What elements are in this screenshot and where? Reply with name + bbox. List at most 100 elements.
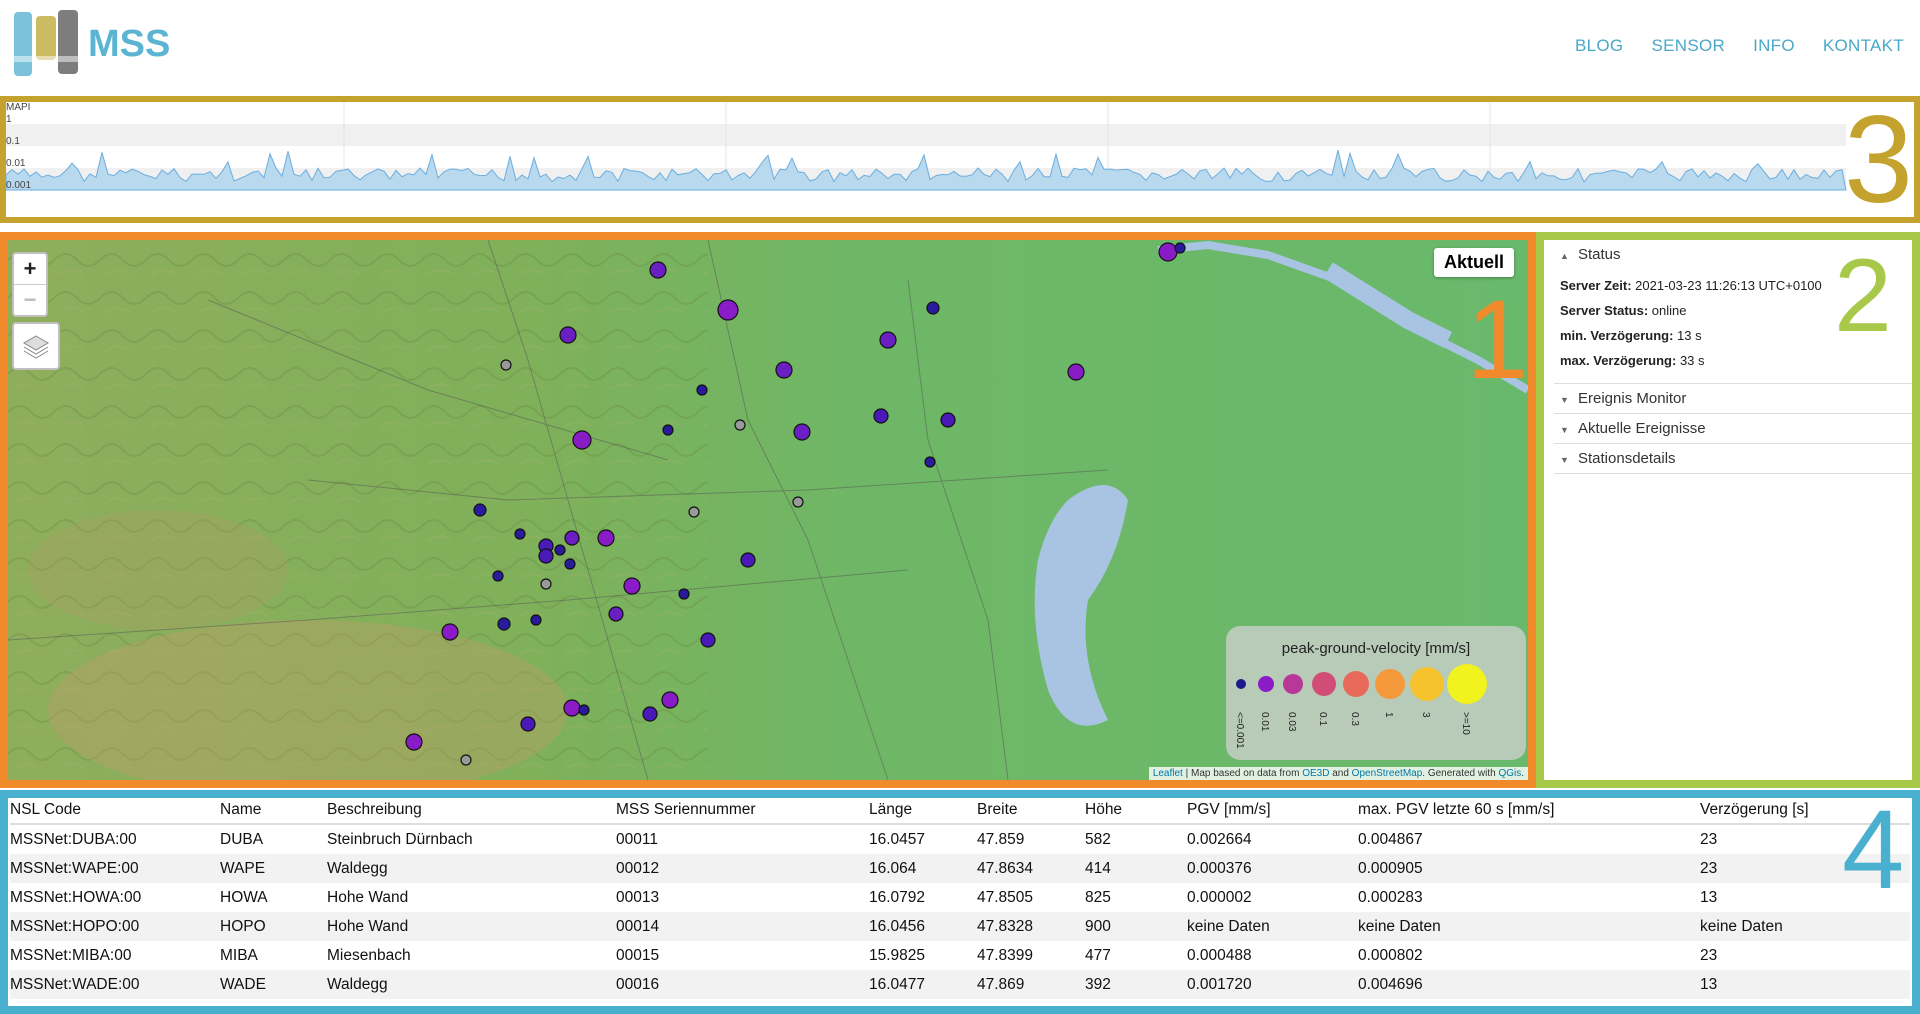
col-breite[interactable]: Breite xyxy=(977,798,1085,825)
legend-label: >=10 xyxy=(1460,712,1471,735)
station-marker[interactable] xyxy=(873,408,889,424)
station-marker[interactable] xyxy=(473,503,487,517)
qgis-link[interactable]: QGis xyxy=(1498,768,1521,779)
station-marker[interactable] xyxy=(740,552,756,568)
section-number-2: 2 xyxy=(1834,238,1892,354)
mapi-timeline-chart[interactable]: MAPI 1 0.1 0.01 0.001 xyxy=(6,102,1914,217)
station-marker[interactable] xyxy=(717,299,739,321)
mss-logo[interactable]: MSS xyxy=(14,8,204,88)
min-delay: 13 s xyxy=(1677,328,1702,343)
col-beschreibung[interactable]: Beschreibung xyxy=(327,798,616,825)
caret-down-icon: ▼ xyxy=(1560,395,1569,405)
station-marker[interactable] xyxy=(793,423,811,441)
legend-label: 0.3 xyxy=(1349,712,1360,726)
station-marker[interactable] xyxy=(700,632,716,648)
station-marker[interactable] xyxy=(696,384,708,396)
nav-sensor[interactable]: SENSOR xyxy=(1651,36,1725,56)
station-marker[interactable] xyxy=(559,326,577,344)
svg-text:MSS: MSS xyxy=(88,23,170,65)
col-pgv[interactable]: PGV [mm/s] xyxy=(1187,798,1358,825)
zoom-in-button[interactable]: + xyxy=(14,254,46,284)
leaflet-link[interactable]: Leaflet xyxy=(1153,768,1183,779)
col-name[interactable]: Name xyxy=(220,798,327,825)
station-marker[interactable] xyxy=(460,754,472,766)
section-number-3: 3 xyxy=(1844,91,1913,229)
table-row[interactable]: MSSNet:MIBA:00 MIBA Miesenbach 00015 15.9825… xyxy=(10,941,1910,970)
table-row[interactable]: MSSNet:WADE:00 WADE Waldegg 00016 16.0477 47.… xyxy=(10,970,1910,999)
col-laenge[interactable]: Länge xyxy=(869,798,977,825)
stationsdetails-header[interactable]: ▼ Stationsdetails xyxy=(1554,444,1912,473)
layers-icon xyxy=(23,335,49,359)
station-marker[interactable] xyxy=(500,359,512,371)
station-marker[interactable] xyxy=(405,733,423,751)
map-panel: + − Aktuell peak-ground-velocity [mm/s] … xyxy=(0,232,1536,788)
legend-swatch xyxy=(1343,671,1369,697)
timeline-tick: 0.1 xyxy=(6,136,20,147)
station-marker[interactable] xyxy=(514,528,526,540)
timeline-tick: 0.01 xyxy=(6,158,26,169)
aktuell-button[interactable]: Aktuell xyxy=(1433,248,1514,277)
table-row[interactable]: MSSNet:WAPE:00 WAPE Waldegg 00012 16.064 47.8… xyxy=(10,854,1910,883)
timeline-tick: 0.001 xyxy=(6,180,31,191)
station-marker[interactable] xyxy=(520,716,536,732)
station-marker[interactable] xyxy=(554,544,566,556)
ereignis-monitor-header[interactable]: ▼ Ereignis Monitor xyxy=(1554,384,1912,413)
col-nsl-code[interactable]: NSL Code xyxy=(10,798,220,825)
table-row[interactable]: MSSNet:HOWA:00 HOWA Hohe Wand 00013 16.0792 4… xyxy=(10,883,1910,912)
station-marker[interactable] xyxy=(940,412,956,428)
station-marker[interactable] xyxy=(642,706,658,722)
station-marker[interactable] xyxy=(497,617,511,631)
table-row[interactable]: MSSNet:DUBA:00 DUBA Steinbruch Dürnbach 000… xyxy=(10,824,1910,854)
station-marker[interactable] xyxy=(623,577,641,595)
col-max-pgv[interactable]: max. PGV letzte 60 s [mm/s] xyxy=(1358,798,1700,825)
station-marker[interactable] xyxy=(662,424,674,436)
legend-swatch xyxy=(1375,669,1405,699)
station-marker[interactable] xyxy=(678,588,690,600)
station-marker[interactable] xyxy=(1067,363,1085,381)
status-sidebar: ▲ Status Server Zeit: 2021-03-23 11:26:1… xyxy=(1536,232,1920,788)
mapi-timeline-panel: MAPI 1 0.1 0.01 0.001 3 xyxy=(0,96,1920,223)
osm-link[interactable]: OpenStreetMap xyxy=(1352,768,1423,779)
station-marker[interactable] xyxy=(688,506,700,518)
oe3d-link[interactable]: OE3D xyxy=(1302,768,1329,779)
station-marker[interactable] xyxy=(792,496,804,508)
nav-info[interactable]: INFO xyxy=(1753,36,1795,56)
legend-swatch xyxy=(1258,676,1274,692)
nav-blog[interactable]: BLOG xyxy=(1575,36,1623,56)
station-marker[interactable] xyxy=(924,456,936,468)
station-marker[interactable] xyxy=(540,578,552,590)
caret-down-icon: ▼ xyxy=(1560,425,1569,435)
zoom-out-button[interactable]: − xyxy=(14,284,46,315)
nav-kontakt[interactable]: KONTAKT xyxy=(1823,36,1904,56)
legend-swatch xyxy=(1447,664,1487,704)
col-seriennummer[interactable]: MSS Seriennummer xyxy=(616,798,869,825)
station-marker[interactable] xyxy=(564,558,576,570)
station-marker[interactable] xyxy=(563,699,581,717)
layers-button[interactable] xyxy=(12,322,60,370)
station-marker[interactable] xyxy=(608,606,624,622)
station-marker[interactable] xyxy=(1174,242,1186,254)
station-marker[interactable] xyxy=(492,570,504,582)
station-marker[interactable] xyxy=(538,548,554,564)
station-marker[interactable] xyxy=(441,623,459,641)
station-marker[interactable] xyxy=(1158,242,1178,262)
section-number-1: 1 xyxy=(1466,277,1529,402)
caret-down-icon: ▼ xyxy=(1560,455,1569,465)
station-marker[interactable] xyxy=(775,361,793,379)
table-row[interactable]: MSSNet:HOPO:00 HOPO Hohe Wand 00014 16.0456 4… xyxy=(10,912,1910,941)
station-marker[interactable] xyxy=(597,529,615,547)
station-marker[interactable] xyxy=(879,331,897,349)
station-marker[interactable] xyxy=(734,419,746,431)
station-marker[interactable] xyxy=(572,430,592,450)
station-marker[interactable] xyxy=(661,691,679,709)
zoom-control: + − xyxy=(12,252,48,317)
station-marker[interactable] xyxy=(564,530,580,546)
server-time: 2021-03-23 11:26:13 UTC+0100 xyxy=(1635,278,1822,293)
aktuelle-ereignisse-header[interactable]: ▼ Aktuelle Ereignisse xyxy=(1554,414,1912,443)
col-hoehe[interactable]: Höhe xyxy=(1085,798,1187,825)
station-marker[interactable] xyxy=(530,614,542,626)
station-marker[interactable] xyxy=(578,704,590,716)
station-marker[interactable] xyxy=(649,261,667,279)
station-marker[interactable] xyxy=(926,301,940,315)
pgv-legend: peak-ground-velocity [mm/s] <=0.001 0.01 0… xyxy=(1226,626,1526,760)
